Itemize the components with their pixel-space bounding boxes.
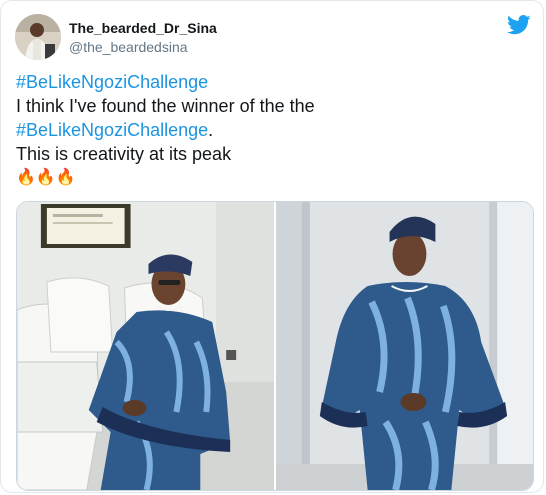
tweet-text-line: I think I've found the winner of the the [16,96,315,116]
hashtag-link[interactable]: #BeLikeNgoziChallenge [16,120,208,140]
standing-woman-photo-icon [276,202,533,490]
twitter-bird-icon[interactable] [507,15,531,35]
fire-emoji-icon: 🔥🔥🔥 [16,169,76,186]
author-info: The_bearded_Dr_Sina @the_beardedsina [69,20,217,56]
user-handle[interactable]: @the_beardedsina [69,39,217,56]
tweet-card[interactable]: The_bearded_Dr_Sina @the_beardedsina #Be… [0,0,544,493]
seated-woman-photo-icon [17,202,274,490]
photo-standing-woman[interactable] [276,202,533,490]
user-avatar-photo-icon [15,14,61,60]
media-grid [16,201,534,491]
tweet-text-punctuation: . [208,120,214,140]
photo-seated-woman[interactable] [17,202,274,490]
tweet-text: #BeLikeNgoziChallenge I think I've found… [16,70,526,190]
avatar[interactable] [15,14,61,60]
tweet-text-line: This is creativity at its peak [16,144,232,164]
hashtag-link[interactable]: #BeLikeNgoziChallenge [16,72,208,92]
display-name[interactable]: The_bearded_Dr_Sina [69,20,217,37]
